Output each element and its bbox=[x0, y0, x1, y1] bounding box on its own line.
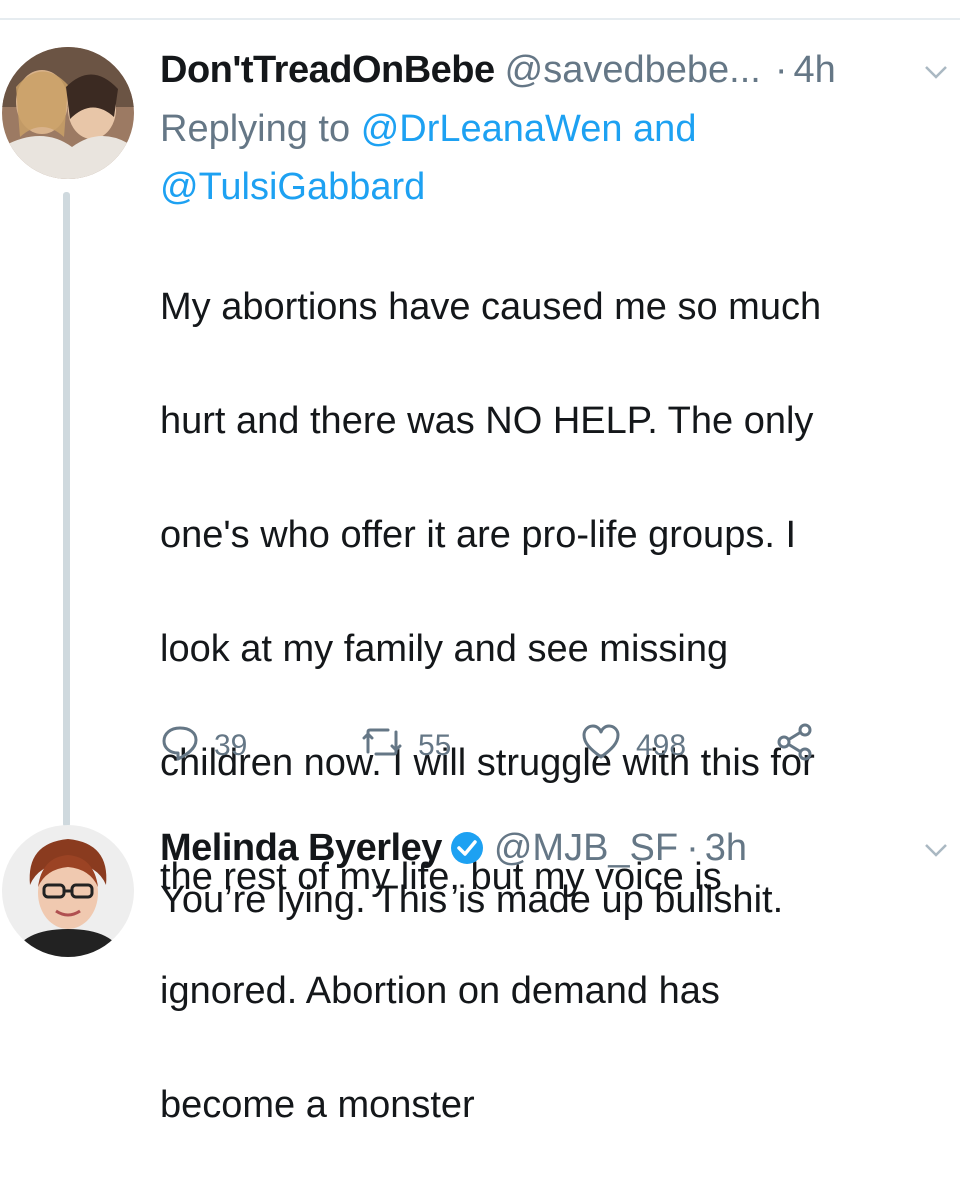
timestamp[interactable]: 3h bbox=[705, 826, 747, 870]
display-name[interactable]: Melinda Byerley bbox=[160, 826, 442, 870]
retweet-count: 55 bbox=[418, 729, 452, 762]
tweet-text-line: ignored. Abortion on demand has bbox=[160, 970, 720, 1012]
thread-connector-line bbox=[63, 192, 70, 827]
timestamp[interactable]: 4h bbox=[793, 48, 835, 92]
like-count: 498 bbox=[636, 729, 687, 762]
tweet-text-line: hurt and there was NO HELP. The only bbox=[160, 400, 814, 442]
share-icon bbox=[775, 722, 829, 770]
tweet-reply[interactable]: Melinda Byerley @MJB_SF · 3h You’re lyin… bbox=[160, 826, 942, 929]
reply-button[interactable]: 39 bbox=[160, 722, 247, 770]
replying-and: and bbox=[633, 108, 697, 150]
share-button[interactable] bbox=[775, 722, 829, 770]
tweet-text-line: become a monster bbox=[160, 1084, 475, 1126]
replying-to-line: Replying to @DrLeanaWen and @TulsiGabbar… bbox=[160, 100, 942, 216]
user-handle[interactable]: @savedbebe... bbox=[505, 48, 761, 92]
avatar-dont-tread-on-bebe[interactable] bbox=[2, 47, 134, 179]
tweet-header: Don'tTreadOnBebe @savedbebe... · 4h bbox=[160, 48, 942, 92]
tweet-text-line: look at my family and see missing bbox=[160, 628, 729, 670]
mention-drleanawen[interactable]: @DrLeanaWen bbox=[361, 108, 623, 150]
reply-count: 39 bbox=[214, 729, 248, 762]
tweet-original[interactable]: Don'tTreadOnBebe @savedbebe... · 4h Repl… bbox=[160, 48, 942, 1191]
tweet-header: Melinda Byerley @MJB_SF · 3h bbox=[160, 826, 942, 870]
top-divider bbox=[0, 18, 960, 20]
tweet-text: My abortions have caused me so much hurt… bbox=[160, 222, 942, 1191]
mention-tulsigabbard[interactable]: @TulsiGabbard bbox=[160, 166, 425, 208]
like-icon bbox=[580, 722, 636, 770]
separator-dot: · bbox=[686, 827, 699, 869]
retweet-icon bbox=[360, 722, 418, 770]
chevron-down-icon[interactable] bbox=[922, 58, 950, 86]
display-name[interactable]: Don'tTreadOnBebe bbox=[160, 48, 495, 92]
separator-dot: · bbox=[774, 49, 788, 91]
tweet-text-line: My abortions have caused me so much bbox=[160, 286, 822, 328]
replying-prefix: Replying to bbox=[160, 108, 351, 150]
reply-icon bbox=[160, 722, 214, 770]
chevron-down-icon[interactable] bbox=[922, 836, 950, 864]
like-button[interactable]: 498 bbox=[580, 722, 686, 770]
user-handle[interactable]: @MJB_SF bbox=[494, 826, 678, 870]
verified-badge-icon bbox=[450, 831, 484, 865]
tweet-action-bar: 39 55 498 bbox=[160, 722, 860, 782]
retweet-button[interactable]: 55 bbox=[360, 722, 451, 770]
tweet-text-line: one's who offer it are pro-life groups. … bbox=[160, 514, 796, 556]
avatar-melinda-byerley[interactable] bbox=[2, 825, 134, 957]
tweet-text: You’re lying. This is made up bullshit. bbox=[160, 879, 784, 921]
